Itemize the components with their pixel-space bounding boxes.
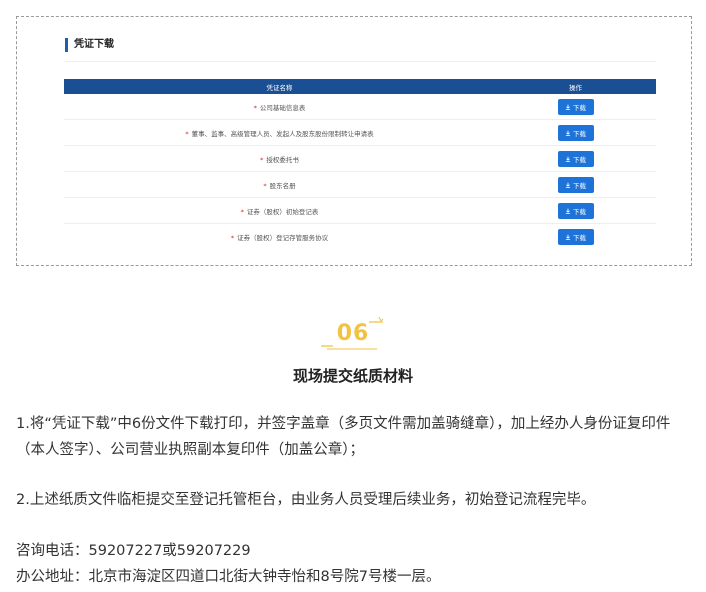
- certificate-name-cell: * 证券（股权）初始登记表: [64, 197, 495, 224]
- required-mark: *: [230, 233, 235, 242]
- certificate-name: 授权委托书: [266, 155, 299, 164]
- certificate-name-cell: * 公司基础信息表: [64, 94, 495, 120]
- certificate-name: 股东名册: [269, 181, 296, 190]
- screenshot-frame: 凭证下载 凭证名称 操作 * 公司基础信息表 下载 * 董事、监事、高级管理人员、发…: [16, 16, 692, 266]
- instruction-paragraph-1: 1.将“凭证下载”中6份文件下载打印，并签字盖章（多页文件需加盖骑缝章），加上经…: [16, 416, 671, 458]
- download-icon: [565, 182, 571, 188]
- certificate-name: 证券（股权）登记存管服务协议: [237, 233, 329, 242]
- action-cell: 下载: [495, 119, 656, 146]
- required-mark: *: [263, 181, 267, 190]
- download-label: 下载: [573, 155, 586, 164]
- title-divider: [65, 61, 656, 62]
- required-mark: *: [260, 155, 264, 164]
- step-number-badge: 06: [319, 315, 387, 353]
- column-header-action: 操作: [495, 79, 656, 94]
- download-button[interactable]: 下载: [557, 124, 594, 141]
- download-icon: [565, 208, 571, 214]
- table-row: * 授权委托书 下载: [64, 145, 656, 172]
- download-icon: [565, 130, 571, 136]
- instruction-paragraph-2: 2.上述纸质文件临柜提交至登记托管柜台，由业务人员受理后续业务，初始登记流程完毕…: [16, 492, 596, 508]
- required-mark: *: [253, 103, 257, 112]
- certificate-name-cell: * 证券（股权）登记存管服务协议: [64, 224, 495, 250]
- download-label: 下载: [573, 103, 586, 112]
- table-row: * 董事、监事、高级管理人员、发起人及股东股份限制转让申请表 下载: [64, 119, 656, 146]
- table-row: * 证券（股权）初始登记表 下载: [64, 197, 656, 224]
- certificate-name: 公司基础信息表: [259, 103, 306, 112]
- action-cell: 下载: [495, 145, 656, 172]
- action-cell: 下载: [495, 171, 656, 198]
- step-number: 06: [336, 321, 370, 346]
- section-heading: 现场提交纸质材料: [292, 367, 413, 385]
- action-cell: 下载: [495, 224, 656, 250]
- download-button[interactable]: 下载: [557, 176, 594, 193]
- download-button[interactable]: 下载: [557, 150, 594, 167]
- download-button[interactable]: 下载: [557, 98, 594, 115]
- table-row: * 股东名册 下载: [64, 171, 656, 198]
- download-button[interactable]: 下载: [557, 202, 594, 219]
- download-label: 下载: [573, 233, 586, 242]
- download-label: 下载: [573, 207, 586, 216]
- contact-phone: 咨询电话：59207227或59207229: [16, 543, 251, 559]
- table-row: * 公司基础信息表 下载: [64, 94, 656, 120]
- download-label: 下载: [573, 181, 586, 190]
- download-icon: [565, 156, 571, 162]
- required-mark: *: [240, 207, 244, 216]
- certificate-name-cell: * 股东名册: [64, 171, 495, 198]
- download-button[interactable]: 下载: [557, 228, 594, 245]
- panel-title: 凭证下载: [65, 38, 114, 52]
- table-header-row: 凭证名称 操作: [64, 79, 656, 94]
- download-label: 下载: [573, 129, 586, 138]
- certificate-name: 董事、监事、高级管理人员、发起人及股东股份限制转让申请表: [191, 129, 374, 138]
- download-icon: [565, 104, 571, 110]
- table-row: * 证券（股权）登记存管服务协议 下载: [64, 224, 656, 250]
- office-address: 办公地址：北京市海淀区四道口北街大钟寺怡和8号院7号楼一层。: [16, 569, 441, 585]
- action-cell: 下载: [495, 94, 656, 120]
- certificate-table: 凭证名称 操作 * 公司基础信息表 下载 * 董事、监事、高级管理人员、发起人及股东…: [64, 79, 656, 249]
- column-header-name: 凭证名称: [64, 79, 495, 94]
- certificate-name-cell: * 董事、监事、高级管理人员、发起人及股东股份限制转让申请表: [64, 119, 495, 146]
- certificate-name: 证券（股权）初始登记表: [246, 207, 319, 216]
- certificate-name-cell: * 授权委托书: [64, 145, 495, 172]
- action-cell: 下载: [495, 197, 656, 224]
- download-icon: [565, 234, 571, 240]
- required-mark: *: [185, 129, 189, 138]
